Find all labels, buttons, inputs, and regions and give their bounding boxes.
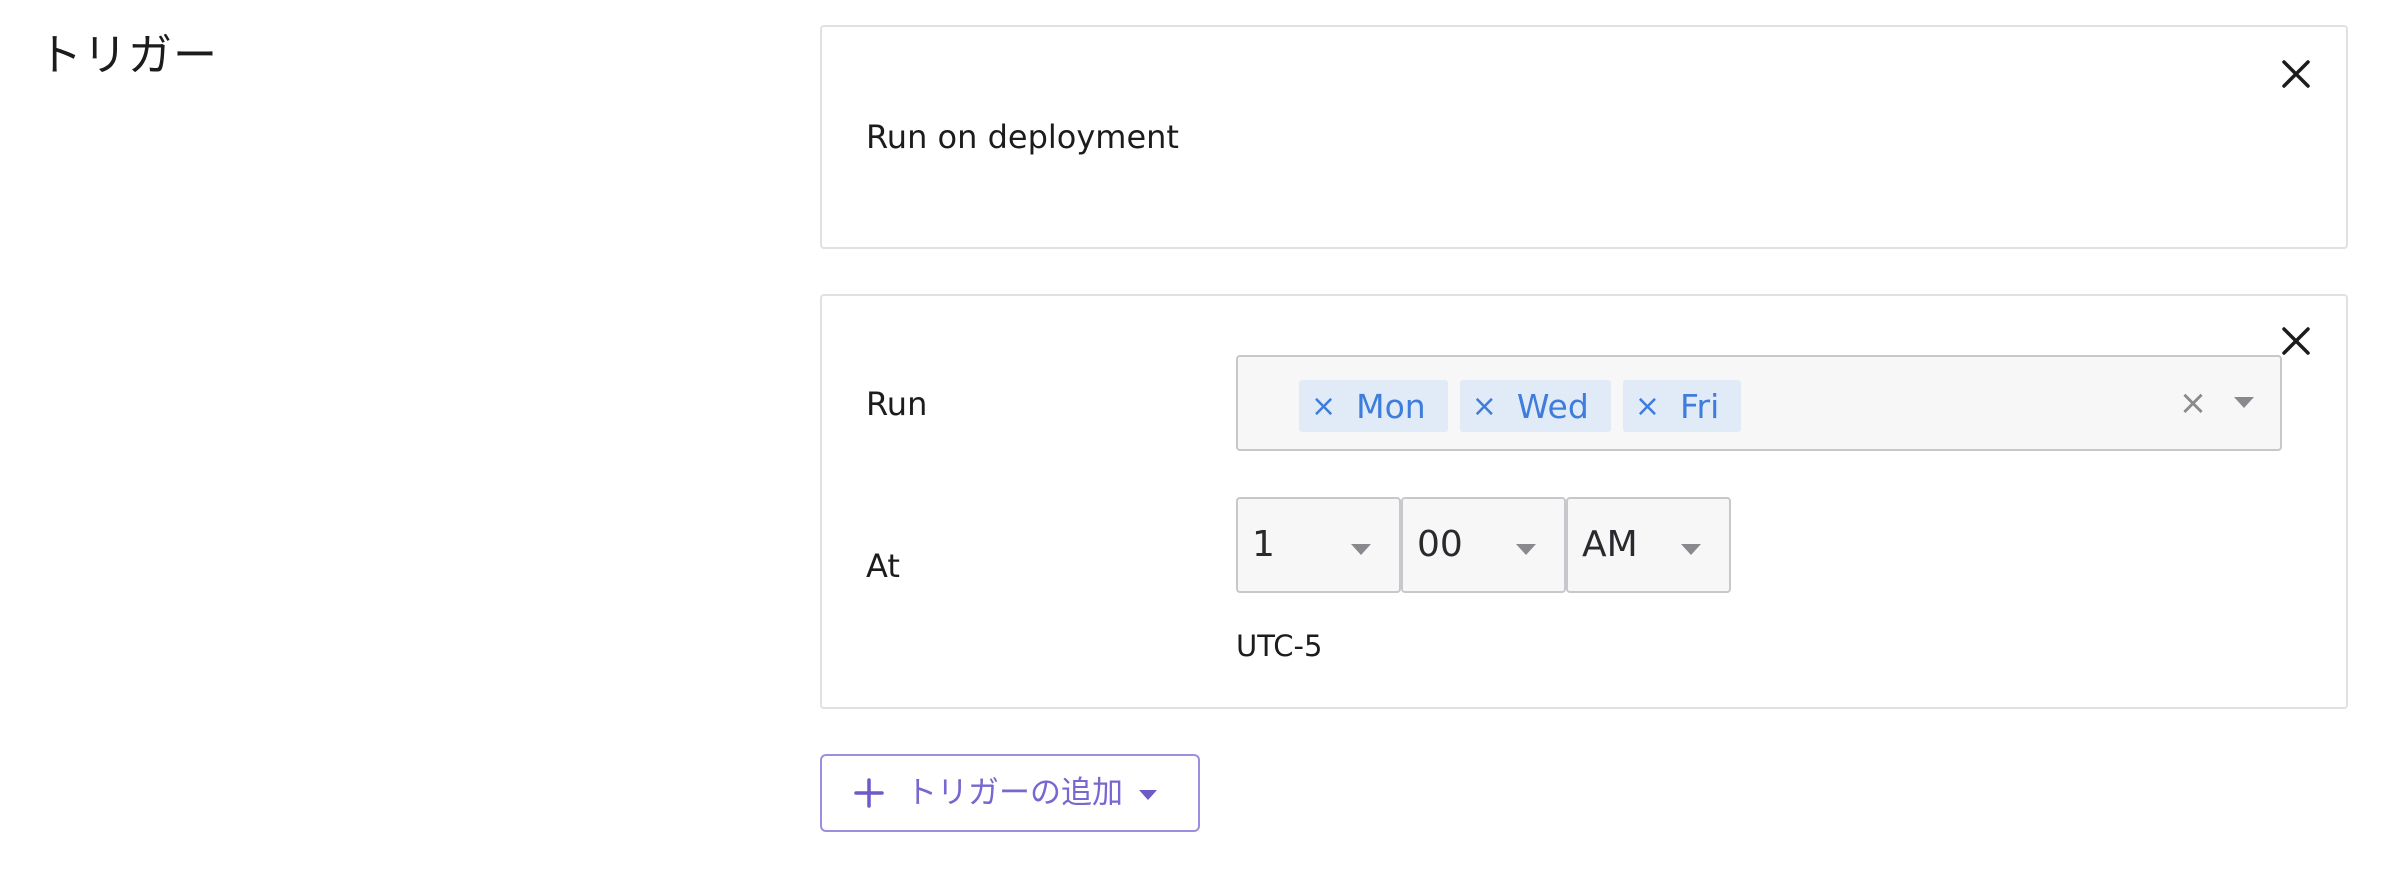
chevron-down-icon (1681, 544, 1701, 555)
chevron-down-icon (1351, 544, 1371, 555)
day-chip-label: Fri (1679, 386, 1720, 426)
remove-day-button[interactable]: × (1635, 389, 1660, 424)
remove-day-button[interactable]: × (1472, 389, 1497, 424)
chevron-down-icon[interactable] (2234, 397, 2254, 408)
add-trigger-label: トリガーの追加 (906, 775, 1123, 811)
run-label: Run (866, 385, 928, 423)
minute-value: 00 (1417, 524, 1463, 565)
at-label: At (866, 547, 900, 585)
close-icon (2282, 60, 2310, 88)
close-icon (2282, 327, 2310, 355)
days-multiselect[interactable]: × Mon × Wed × Fri × (1236, 355, 2282, 451)
trigger-card-deployment: Run on deployment (820, 25, 2348, 249)
plus-icon (852, 776, 886, 810)
remove-day-button[interactable]: × (1311, 389, 1336, 424)
add-trigger-button[interactable]: トリガーの追加 (820, 754, 1200, 832)
minute-select[interactable]: 00 (1401, 497, 1566, 593)
caret-down-icon (1139, 790, 1157, 800)
ampm-value: AM (1582, 524, 1638, 565)
ampm-select[interactable]: AM (1566, 497, 1731, 593)
day-chip-wed: × Wed (1459, 380, 1611, 432)
day-chip-label: Wed (1516, 386, 1589, 426)
trigger-label: Run on deployment (866, 118, 1179, 156)
chevron-down-icon (1516, 544, 1536, 555)
day-chip-label: Mon (1356, 386, 1426, 426)
trigger-card-schedule: Run × Mon × Wed × Fri × At 1 00 AM UTC-5 (820, 294, 2348, 709)
trigger-settings-page: トリガー Run on deployment Run × Mon × Wed ×… (0, 0, 2382, 880)
hour-value: 1 (1252, 524, 1275, 565)
clear-all-button[interactable]: × (2178, 379, 2208, 427)
hour-select[interactable]: 1 (1236, 497, 1401, 593)
day-chip-mon: × Mon (1299, 380, 1448, 432)
timezone-label: UTC-5 (1236, 629, 1323, 663)
remove-trigger-button[interactable] (2274, 52, 2318, 96)
day-chip-fri: × Fri (1622, 380, 1742, 432)
selected-days: × Mon × Wed × Fri (1299, 380, 1742, 432)
section-title: トリガー (38, 30, 218, 81)
